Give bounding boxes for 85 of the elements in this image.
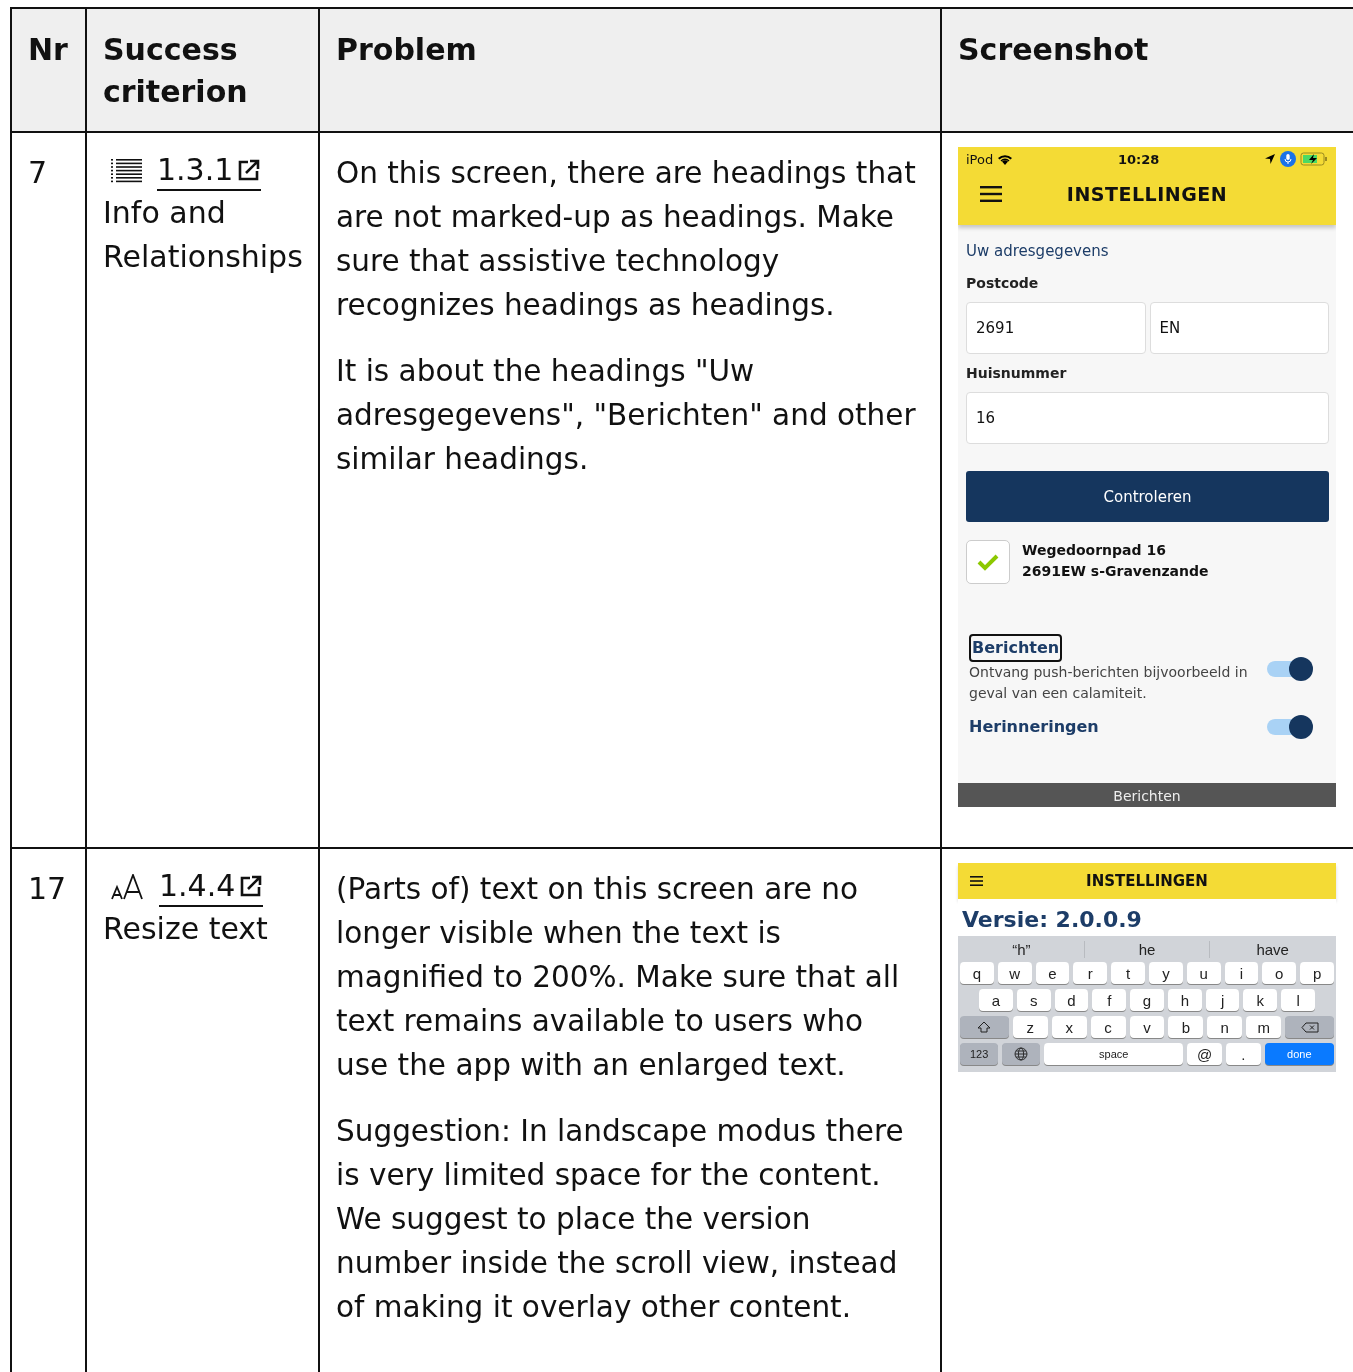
- key[interactable]: c: [1090, 1016, 1126, 1038]
- key[interactable]: @: [1187, 1043, 1222, 1065]
- external-link-icon: [237, 158, 262, 182]
- key[interactable]: f: [1092, 989, 1127, 1011]
- status-time: 10:28: [1116, 151, 1161, 167]
- address-text: Wegedoornpad 16: [1022, 541, 1167, 560]
- key[interactable]: k: [1243, 989, 1278, 1011]
- key[interactable]: g: [1130, 989, 1164, 1011]
- problem-text: On this screen, there are headings that are not marked-up as headings. Make sure that assistive technology recognizes headings as headings.: [336, 155, 917, 324]
- key[interactable]: z: [1012, 1016, 1048, 1038]
- text-size-icon: [111, 874, 145, 900]
- checkmark-icon: [976, 553, 1000, 571]
- input-field[interactable]: 2691: [966, 302, 1146, 354]
- screen-title: INSTELLINGEN: [1085, 872, 1209, 890]
- version-text: Versie: 2.0.0.9: [958, 899, 1336, 936]
- check-button[interactable]: Controleren: [966, 471, 1329, 522]
- problem-text: It is about the headings "Uw adresgegevens", "Berichten" and other similar headings.: [336, 353, 917, 478]
- column-header: Problem: [336, 32, 477, 67]
- screen-title: INSTELLINGEN: [1065, 182, 1229, 207]
- key[interactable]: t: [1111, 962, 1145, 984]
- carrier-label: iPod: [966, 151, 994, 167]
- word-suggestion[interactable]: “h”: [959, 940, 1084, 958]
- microphone-icon: [1280, 151, 1296, 167]
- menu-icon[interactable]: [980, 186, 1002, 202]
- key[interactable]: .: [1225, 1043, 1261, 1065]
- word-suggestion[interactable]: have: [1209, 940, 1335, 958]
- key[interactable]: l: [1281, 989, 1316, 1011]
- key[interactable]: v: [1129, 1016, 1165, 1038]
- field-label: Huisnummer: [966, 364, 1068, 383]
- globe-key[interactable]: [1002, 1043, 1041, 1065]
- setting-heading: Berichten: [969, 634, 1063, 662]
- backspace-key[interactable]: [1285, 1016, 1334, 1038]
- key[interactable]: y: [1149, 962, 1183, 984]
- key[interactable]: d: [1054, 989, 1089, 1011]
- key[interactable]: w: [997, 962, 1032, 984]
- shift-arrow-icon: [977, 1021, 992, 1033]
- globe-icon: [1014, 1047, 1029, 1061]
- location-arrow-icon: [1264, 153, 1276, 165]
- key[interactable]: e: [1035, 962, 1070, 984]
- key[interactable]: r: [1073, 962, 1108, 984]
- row-number: 17: [28, 871, 67, 906]
- key[interactable]: o: [1262, 962, 1297, 984]
- toggle-switch[interactable]: [1267, 714, 1313, 740]
- problem-text: (Parts of) text on this screen are no longer visible when the text is magnified to 200%. Make sure that all text remains available to users who use the app with an enlarged text.: [336, 871, 901, 1084]
- input-field[interactable]: EN: [1149, 302, 1329, 354]
- column-header: Screenshot: [958, 32, 1149, 67]
- criterion-link[interactable]: 1.4.4: [159, 867, 264, 907]
- key[interactable]: i: [1224, 962, 1259, 984]
- tab-bar-label: Berichten: [1113, 788, 1181, 804]
- column-header: Nr: [28, 32, 68, 67]
- setting-description: Ontvang push-berichten bijvoorbeeld in geval van een calamiteit.: [969, 663, 1249, 703]
- list-icon: [111, 158, 143, 184]
- key[interactable]: 123: [960, 1043, 999, 1065]
- backspace-icon: [1300, 1021, 1319, 1033]
- space-key[interactable]: space: [1044, 1043, 1184, 1065]
- done-key[interactable]: done: [1264, 1043, 1334, 1065]
- row-number: 7: [28, 155, 48, 190]
- key[interactable]: a: [979, 989, 1013, 1011]
- section-heading: Uw adresgegevens: [966, 241, 1110, 261]
- toggle-switch[interactable]: [1267, 656, 1313, 682]
- key[interactable]: n: [1207, 1016, 1243, 1038]
- wifi-icon: [997, 153, 1014, 165]
- menu-icon[interactable]: [970, 876, 983, 886]
- criterion-link[interactable]: 1.3.1: [157, 151, 262, 191]
- key[interactable]: x: [1051, 1016, 1087, 1038]
- word-suggestion[interactable]: he: [1083, 940, 1210, 958]
- key[interactable]: q: [960, 962, 994, 984]
- criterion-name: Resize text: [103, 910, 269, 948]
- key[interactable]: m: [1246, 1016, 1282, 1038]
- key[interactable]: h: [1167, 989, 1202, 1011]
- address-text: 2691EW s-Gravenzande: [1022, 562, 1209, 581]
- external-link-icon: [239, 874, 264, 898]
- key[interactable]: j: [1205, 989, 1240, 1011]
- input-field[interactable]: 16: [966, 392, 1329, 444]
- key[interactable]: b: [1168, 1016, 1204, 1038]
- key[interactable]: s: [1016, 989, 1051, 1011]
- field-label: Postcode: [966, 274, 1040, 293]
- shift-key[interactable]: [960, 1016, 1009, 1038]
- key[interactable]: p: [1300, 962, 1334, 984]
- setting-heading: Herinneringen: [969, 716, 1099, 738]
- key[interactable]: u: [1186, 962, 1221, 984]
- column-header: Success criterion: [103, 32, 248, 109]
- problem-text: Suggestion: In landscape modus there is very limited space for the content. We suggest to place the version number inside the scroll view, instead of making it overlay other content.: [336, 1113, 905, 1326]
- criterion-name: Info and Relationships: [103, 194, 302, 276]
- battery-icon: [1300, 152, 1328, 166]
